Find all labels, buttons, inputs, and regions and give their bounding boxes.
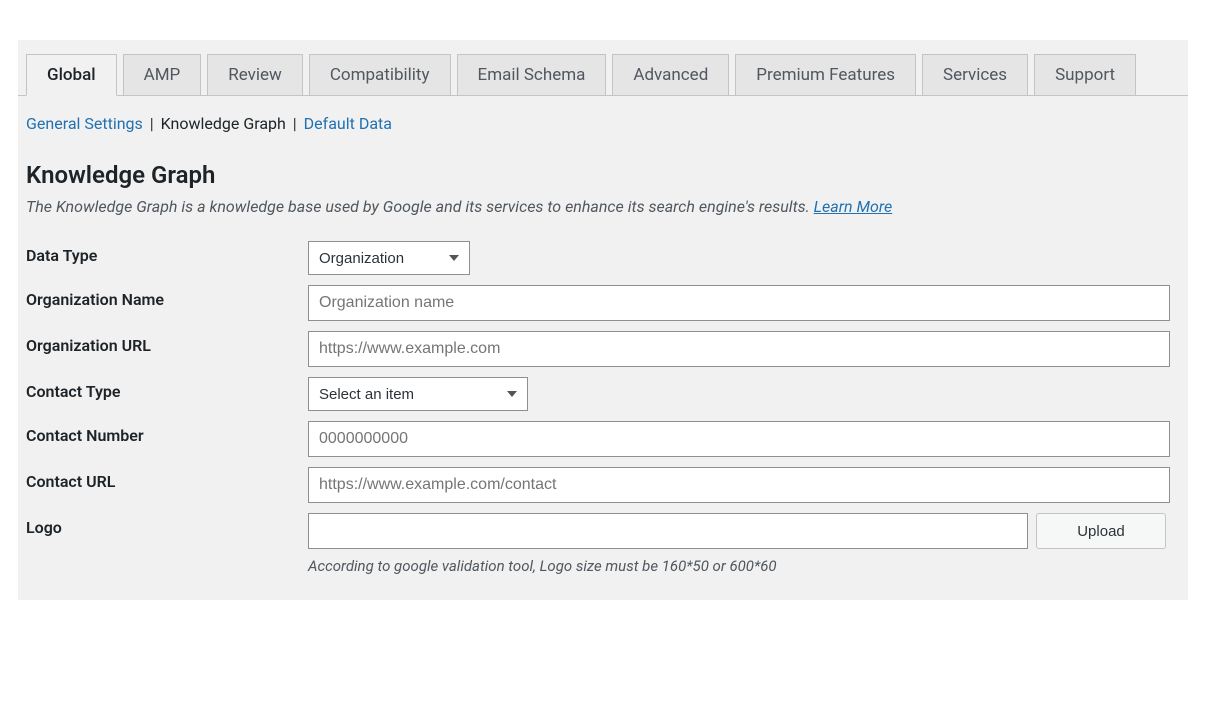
tab-amp[interactable]: AMP: [123, 54, 202, 96]
tab-compatibility[interactable]: Compatibility: [309, 54, 451, 96]
tab-global[interactable]: Global: [26, 54, 117, 96]
logo-input[interactable]: [308, 513, 1028, 549]
subnav-general-settings[interactable]: General Settings: [26, 114, 143, 133]
tab-advanced[interactable]: Advanced: [612, 54, 729, 96]
tab-services[interactable]: Services: [922, 54, 1028, 96]
upload-button[interactable]: Upload: [1036, 513, 1166, 549]
tab-support[interactable]: Support: [1034, 54, 1136, 96]
learn-more-link[interactable]: Learn More: [814, 197, 893, 216]
contact-number-input[interactable]: [308, 421, 1170, 457]
tab-bar: Global AMP Review Compatibility Email Sc…: [18, 40, 1188, 96]
section-description: The Knowledge Graph is a knowledge base …: [26, 197, 1180, 216]
separator: |: [293, 114, 301, 133]
logo-note: According to google validation tool, Log…: [308, 557, 1170, 575]
page-title: Knowledge Graph: [26, 161, 1180, 189]
sub-nav: General Settings | Knowledge Graph | Def…: [18, 96, 1188, 133]
tab-premium-features[interactable]: Premium Features: [735, 54, 916, 96]
label-contact-type: Contact Type: [26, 372, 308, 416]
label-contact-url: Contact URL: [26, 462, 308, 508]
contact-url-input[interactable]: [308, 467, 1170, 503]
tab-review[interactable]: Review: [207, 54, 303, 96]
subnav-default-data[interactable]: Default Data: [304, 114, 392, 133]
label-data-type: Data Type: [26, 236, 308, 280]
subnav-knowledge-graph: Knowledge Graph: [161, 114, 286, 133]
organization-url-input[interactable]: [308, 331, 1170, 367]
label-logo: Logo: [26, 508, 308, 580]
label-organization-name: Organization Name: [26, 280, 308, 326]
section-description-text: The Knowledge Graph is a knowledge base …: [26, 197, 814, 216]
separator: |: [150, 114, 158, 133]
data-type-select[interactable]: Organization: [308, 241, 470, 275]
organization-name-input[interactable]: [308, 285, 1170, 321]
label-organization-url: Organization URL: [26, 326, 308, 372]
contact-type-select[interactable]: Select an item: [308, 377, 528, 411]
label-contact-number: Contact Number: [26, 416, 308, 462]
tab-email-schema[interactable]: Email Schema: [457, 54, 607, 96]
